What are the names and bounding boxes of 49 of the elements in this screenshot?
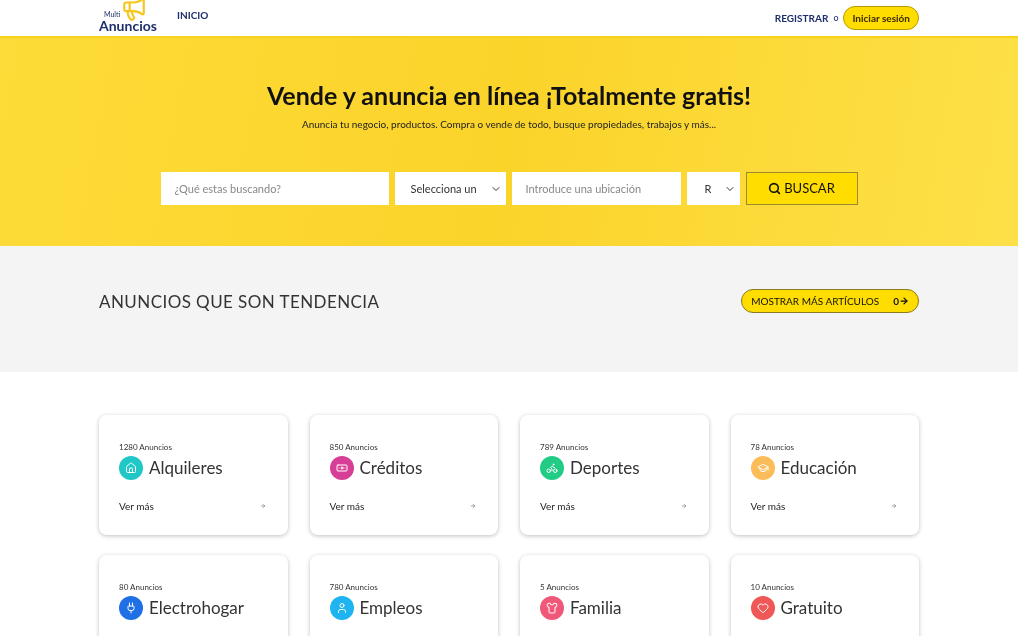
arrow-right-icon (891, 503, 897, 509)
category-name: Familia (570, 596, 622, 620)
search-field[interactable]: ¿Qué estas buscando? (160, 172, 389, 206)
category-card[interactable]: 789 Anuncios Deportes Ver más (520, 415, 709, 535)
ad-count: 80 Anuncios (119, 581, 164, 593)
category-name: Empleos (359, 596, 423, 620)
category-card[interactable]: 780 Anuncios Empleos (309, 555, 498, 636)
nav-link[interactable]: INICIO (177, 7, 209, 23)
category-name: Créditos (359, 456, 423, 480)
show-more-button[interactable]: MOSTRAR MÁS ARTÍCULOS 0 (741, 289, 919, 313)
ad-count: 850 Anuncios (329, 441, 379, 453)
ad-count: 5 Anuncios (540, 581, 580, 593)
register-link[interactable]: REGISTRAR (774, 10, 829, 26)
section-title: ANUNCIOS QUE SON TENDENCIA (99, 290, 380, 314)
arrow-right-icon (259, 503, 266, 509)
category-card[interactable]: 10 Anuncios Gratuito (730, 555, 919, 636)
arrow-right-icon (470, 503, 476, 509)
category-name: Deportes (570, 456, 640, 480)
login-button[interactable]: Iniciar sesión (843, 6, 919, 30)
arrow-right-icon (899, 296, 909, 306)
category-name: Alquileres (149, 456, 223, 480)
see-more-link[interactable]: Ver más (329, 498, 365, 514)
hero-subtitle: Anuncia tu negocio, productos. Compra o vende de todo, busque propiedades, trabajos y más... (301, 117, 717, 133)
radius-select[interactable]: R (686, 172, 740, 206)
category-name: Electrohogar (149, 596, 244, 620)
ad-count: 78 Anuncios (750, 441, 796, 453)
megaphone-icon (121, 0, 147, 22)
category-name: Educación (780, 456, 857, 480)
category-card[interactable]: 850 Anuncios Créditos Ver más (309, 415, 498, 535)
ad-count: 780 Anuncios (329, 581, 379, 593)
search-icon (768, 182, 782, 196)
arrow-right-icon (680, 503, 687, 509)
category-name: Gratuito (780, 596, 843, 620)
hero-title: Vende y anuncia en línea ¡Totalmente gratis! (266, 80, 752, 112)
search-button[interactable]: BUSCAR (745, 172, 858, 206)
ad-count: 789 Anuncios (540, 441, 590, 453)
category-card[interactable]: 1280 Anuncios Alquileres Ver más (99, 415, 288, 535)
category-card[interactable]: 78 Anuncios Educación Ver más (730, 415, 919, 535)
see-more-link[interactable]: Ver más (540, 498, 575, 514)
category-card[interactable]: 5 Anuncios Familia (520, 555, 709, 636)
see-more-link[interactable]: Ver más (119, 498, 154, 514)
see-more-link[interactable]: Ver más (750, 498, 786, 514)
separator-text: o (833, 11, 839, 25)
ad-count: 1280 Anuncios (119, 441, 173, 453)
location-field[interactable]: Introduce una ubicación (511, 172, 681, 206)
category-card[interactable]: 80 Anuncios Electrohogar (99, 555, 288, 636)
logo-text: Anuncios (99, 19, 157, 33)
category-select[interactable]: Selecciona un (394, 172, 506, 206)
ad-count: 10 Anuncios (750, 581, 796, 593)
